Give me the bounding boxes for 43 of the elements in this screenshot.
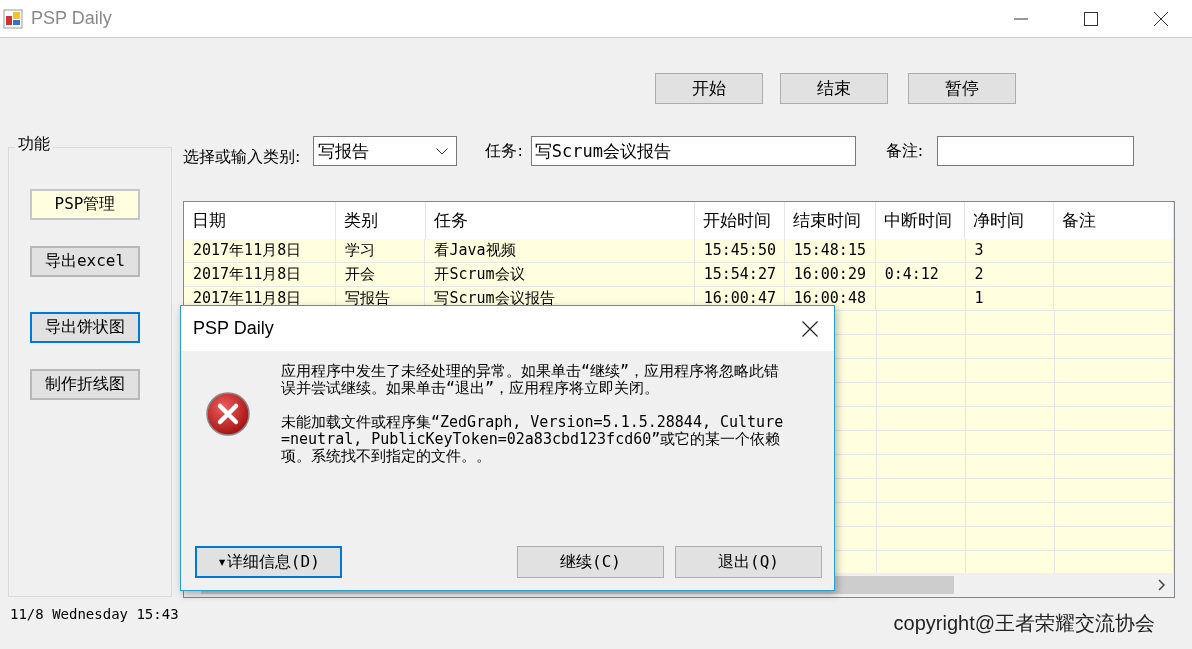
- error-message: 应用程序中发生了未经处理的异常。如果单击“继续”，应用程序将忽略此错误并尝试继续。如果单击“退出”，应用程序将立即关闭。: [281, 363, 781, 397]
- table-cell: 15:48:15: [784, 239, 876, 263]
- column-header[interactable]: 开始时间: [694, 202, 785, 239]
- note-label: 备注:: [885, 140, 924, 162]
- column-header[interactable]: 类别: [335, 202, 426, 239]
- table-cell: 16:00:29: [784, 263, 876, 287]
- column-header[interactable]: 中断时间: [875, 202, 966, 239]
- column-header[interactable]: 日期: [184, 202, 336, 239]
- category-dropdown[interactable]: 写报告: [313, 136, 458, 166]
- column-header[interactable]: 任务: [425, 202, 695, 239]
- table-cell: 3: [965, 239, 1055, 263]
- table-cell: 15:45:50: [694, 239, 785, 263]
- table-cell: 15:54:27: [694, 263, 785, 287]
- dialog-button[interactable]: 退出(Q): [675, 546, 822, 578]
- sidebar-button[interactable]: PSP管理: [30, 189, 140, 220]
- dialog-button[interactable]: 继续(C): [517, 546, 664, 578]
- table-cell: 2017年11月8日: [184, 239, 336, 263]
- task-field[interactable]: 写Scrum会议报告: [530, 136, 856, 166]
- table-cell: 2017年11月8日: [184, 263, 336, 287]
- table-cell: 开会: [335, 263, 426, 287]
- copyright-text: copyright@王者荣耀交流协会: [893, 611, 1155, 636]
- column-header[interactable]: 净时间: [965, 202, 1055, 239]
- toolbar-button[interactable]: 开始: [655, 73, 763, 104]
- error-detail: 未能加载文件或程序集“ZedGraph, Version=5.1.5.28844, Culture=neutral, PublicKeyToken=02a83cbd123fcd60”或它的某一个依赖项。系统找不到指定的文件。。: [281, 414, 785, 465]
- column-header[interactable]: 结束时间: [784, 202, 876, 239]
- toolbar-button[interactable]: 暂停: [908, 73, 1016, 104]
- dialog-title: PSP Daily: [193, 318, 274, 339]
- status-datetime: 11/8 Wednesday 15:43: [10, 606, 179, 622]
- table-cell: 0:4:12: [875, 263, 966, 287]
- table-cell: 开Scrum会议: [425, 263, 695, 287]
- table-cell: 2: [965, 263, 1055, 287]
- task-label: 任务:: [485, 140, 523, 162]
- table-cell: 看Java视频: [425, 239, 695, 263]
- table-cell: 1: [965, 287, 1055, 311]
- sidebar-button[interactable]: 导出excel: [30, 246, 140, 277]
- window-title: PSP Daily: [31, 8, 112, 29]
- dialog-button[interactable]: ▾详细信息(D): [195, 546, 342, 578]
- sidebar-button[interactable]: 导出饼状图: [30, 312, 140, 343]
- sidebar-button[interactable]: 制作折线图: [30, 369, 140, 400]
- table-cell: 学习: [335, 239, 426, 263]
- category-label: 选择或输入类别:: [183, 146, 301, 168]
- column-header[interactable]: 备注: [1054, 202, 1174, 239]
- toolbar-button[interactable]: 结束: [780, 73, 888, 104]
